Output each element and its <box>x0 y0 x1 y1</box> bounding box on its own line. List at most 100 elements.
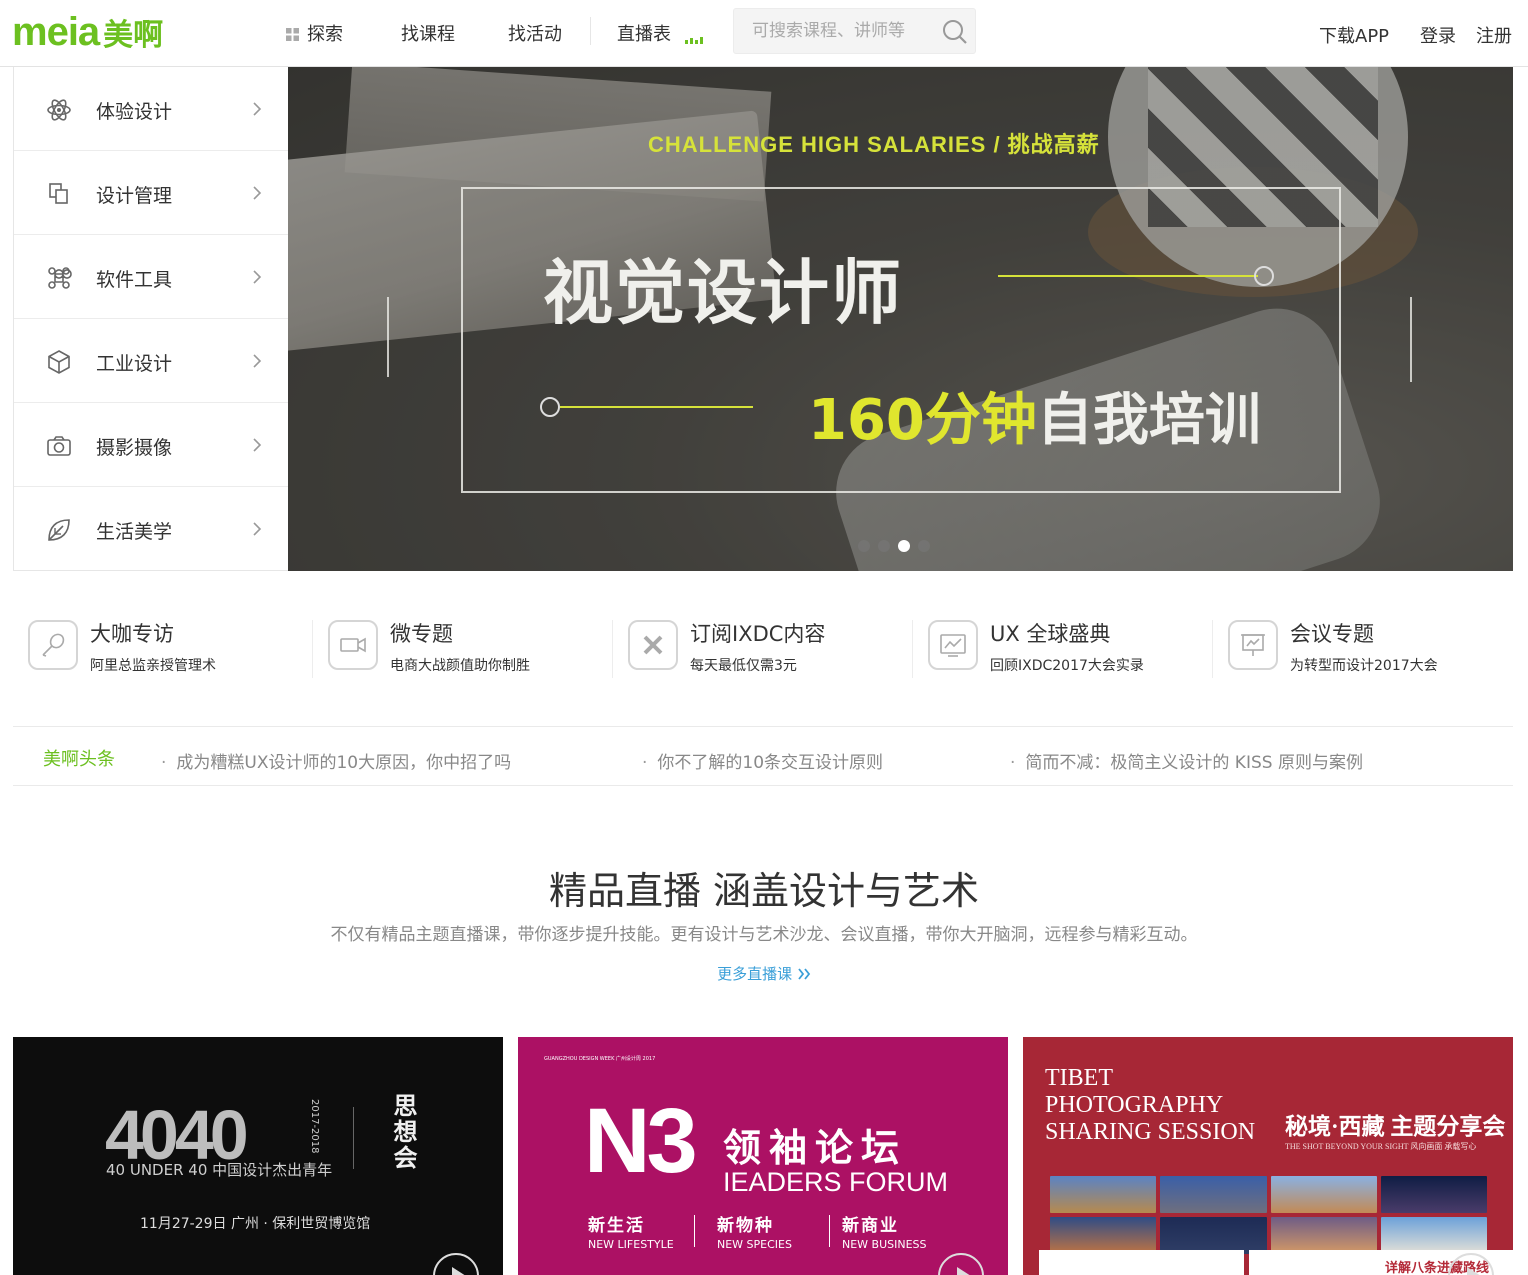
card-divider <box>694 1215 695 1247</box>
live-card-n3-leaders-forum[interactable]: GUANGZHOU DESIGN WEEK 广州设计周 2017 N3 领袖论坛… <box>518 1037 1008 1275</box>
carousel-dot[interactable] <box>918 540 930 552</box>
card-column-sub: NEW SPECIES <box>717 1238 792 1251</box>
card-column: 新商业 NEW BUSINESS <box>842 1211 927 1251</box>
feature-ux-global-event[interactable]: UX 全球盛典 回顾IXDC2017大会实录 <box>913 608 1213 688</box>
chevron-right-icon <box>253 522 262 536</box>
more-live-courses-link[interactable]: 更多直播课 <box>0 963 1528 984</box>
card-title-en: IEADERS FORUM <box>723 1167 949 1197</box>
headline-item[interactable]: 成为糟糕UX设计师的10大原因，你中招了吗 <box>161 748 511 773</box>
sidebar-item-photography[interactable]: 摄影摄像 <box>14 403 288 487</box>
nav-explore-label: 探索 <box>307 24 343 45</box>
carousel-dots <box>858 540 930 552</box>
nav-divider <box>590 17 591 45</box>
banner-subtitle: CHALLENGE HIGH SALARIES / 挑战高薪 <box>648 132 1100 157</box>
search-input[interactable] <box>752 19 942 43</box>
sidebar-item-life-aesthetics[interactable]: 生活美学 <box>14 487 288 571</box>
hero-banner[interactable]: CHALLENGE HIGH SALARIES / 挑战高薪 视觉设计师 160… <box>288 67 1513 571</box>
carousel-dot[interactable] <box>878 540 890 552</box>
sidebar-item-industrial-design[interactable]: 工业设计 <box>14 319 288 403</box>
banner-tagline-rest: 自我培训 <box>1036 388 1261 453</box>
card-column-title: 新物种 <box>717 1216 774 1236</box>
section-description: 不仅有精品主题直播课，带你逐步提升技能。更有设计与艺术沙龙、会议直播，带你大开脑… <box>330 925 1198 945</box>
site-logo[interactable]: meia 美啊 <box>12 10 163 55</box>
nav-explore[interactable]: 探索 <box>286 20 343 46</box>
feature-title: 订阅IXDC内容 <box>690 622 826 646</box>
feature-title: 微专题 <box>390 622 453 646</box>
carousel-dot-active[interactable] <box>898 540 910 552</box>
feature-subscribe-ixdc[interactable]: 订阅IXDC内容 每天最低仅需3元 <box>613 608 913 688</box>
banner-accent-circle <box>1254 266 1274 286</box>
leaf-icon <box>48 519 70 541</box>
top-header: meia 美啊 探索 找课程 找活动 直播表 下载APP 登录 注册 <box>0 0 1528 67</box>
card-subtitle: 40 UNDER 40 中国设计杰出青年 <box>106 1161 333 1179</box>
double-chevron-right-icon <box>798 968 811 980</box>
presentation-icon <box>1228 620 1278 670</box>
banner-accent-circle <box>540 397 560 417</box>
more-live-courses-label: 更多直播课 <box>717 965 793 983</box>
register-link[interactable]: 注册 <box>1476 22 1512 48</box>
sidebar-item-software-tools[interactable]: 软件工具 <box>14 235 288 319</box>
live-card-4040-forum[interactable]: 4040 2017-2018 思想会 40 UNDER 40 中国设计杰出青年 … <box>13 1037 503 1275</box>
logo-wordmark-cn: 美啊 <box>103 18 164 53</box>
sidebar-item-ux-design[interactable]: 体验设计 <box>14 67 288 151</box>
pen-icon <box>28 620 78 670</box>
card-logo-text: N3 <box>584 1090 698 1192</box>
sidebar-item-label: 设计管理 <box>96 185 173 207</box>
feature-title: UX 全球盛典 <box>990 622 1111 646</box>
headlines-label: 美啊头条 <box>43 749 115 770</box>
photo-thumb <box>1050 1176 1157 1213</box>
feature-expert-interview[interactable]: 大咖专访 阿里总监亲授管理术 <box>13 608 313 688</box>
section-title: 精品直播 涵盖设计与艺术 <box>548 869 980 913</box>
banner-frame-accent-right <box>1410 297 1412 382</box>
sidebar-item-design-management[interactable]: 设计管理 <box>14 151 288 235</box>
carousel-dot[interactable] <box>858 540 870 552</box>
feature-conference-topic[interactable]: 会议专题 为转型而设计2017大会 <box>1213 608 1513 688</box>
chevron-right-icon <box>253 354 262 368</box>
feature-subtitle: 阿里总监亲授管理术 <box>90 658 216 674</box>
cube-icon <box>48 350 70 374</box>
sidebar-item-label: 体验设计 <box>96 101 173 123</box>
login-link[interactable]: 登录 <box>1420 22 1456 48</box>
sidebar-item-label: 软件工具 <box>96 269 173 291</box>
card-title-cn: 领袖论坛 <box>723 1126 908 1170</box>
live-card-tibet-photography[interactable]: TIBET PHOTOGRAPHY SHARING SESSION 秘境·西藏 … <box>1023 1037 1513 1275</box>
nav-find-events[interactable]: 找活动 <box>508 20 562 46</box>
copy-icon <box>49 183 68 204</box>
photo-thumb <box>1270 1217 1377 1254</box>
feature-title: 大咖专访 <box>90 622 174 646</box>
feature-subtitle: 每天最低仅需3元 <box>690 658 797 674</box>
photo-thumb <box>1270 1176 1377 1213</box>
video-icon <box>328 620 378 670</box>
category-sidebar: 体验设计 设计管理 软件工具 工业设计 摄影摄像 生活美学 <box>13 67 288 571</box>
card-year: 2017-2018 <box>309 1099 320 1154</box>
chevron-right-icon <box>253 102 262 116</box>
card-vertical-title: 思想会 <box>389 1093 417 1171</box>
camera-icon <box>47 436 71 456</box>
card-title-en: TIBET PHOTOGRAPHY SHARING SESSION <box>1045 1065 1255 1146</box>
download-app-link[interactable]: 下载APP <box>1319 22 1389 48</box>
nav-live-schedule[interactable]: 直播表 <box>617 20 703 46</box>
card-subtitle: THE SHOT BEYOND YOUR SIGHT 风向画面 承载写心 <box>1285 1142 1477 1151</box>
command-icon <box>48 267 72 289</box>
headline-item[interactable]: 你不了解的10条交互设计原则 <box>642 748 883 773</box>
atom-icon <box>47 99 71 121</box>
photo-thumb <box>1050 1217 1157 1254</box>
play-icon[interactable] <box>433 1253 479 1275</box>
search-icon[interactable] <box>941 18 969 46</box>
feature-micro-topic[interactable]: 微专题 电商大战颜值助你制胜 <box>313 608 613 688</box>
nav-find-courses[interactable]: 找课程 <box>401 20 455 46</box>
card-divider <box>353 1107 354 1169</box>
play-icon[interactable] <box>938 1253 984 1275</box>
headline-item[interactable]: 简而不减：极简主义设计的 KISS 原则与案例 <box>1010 748 1363 773</box>
photo-thumb <box>1380 1176 1487 1213</box>
logo-wordmark-en: meia <box>12 10 100 54</box>
chevron-right-icon <box>253 186 262 200</box>
sidebar-item-label: 摄影摄像 <box>96 437 173 459</box>
card-title-line: SHARING SESSION <box>1045 1119 1256 1145</box>
photo-thumb <box>1160 1176 1267 1213</box>
banner-frame-accent-left <box>387 297 389 377</box>
feature-title: 会议专题 <box>1290 622 1374 646</box>
card-title-cn: 秘境·西藏 主题分享会 <box>1285 1114 1506 1139</box>
feature-subtitle: 电商大战颜值助你制胜 <box>390 658 530 674</box>
card-top-caption: GUANGZHOU DESIGN WEEK 广州设计周 2017 <box>544 1056 656 1062</box>
